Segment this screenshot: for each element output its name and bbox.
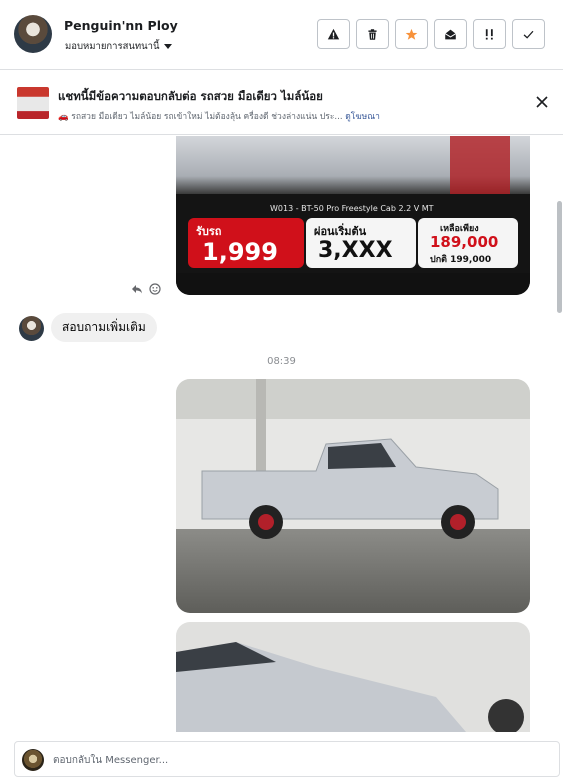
sender-avatar[interactable] <box>19 316 44 341</box>
follow-up-icon <box>485 28 493 40</box>
installment-value: 3,XXX <box>318 238 393 263</box>
pickup-truck-illustration <box>201 438 499 539</box>
assign-conversation-label: มอบหมายการสนทนานี้ <box>65 41 160 52</box>
car-promo-image[interactable]: W013 - BT-50 Pro Freestyle Cab 2.2 V MT … <box>176 136 530 295</box>
ad-thumbnail[interactable] <box>17 87 49 119</box>
down-payment-box: รับรถ 1,999 <box>188 218 304 268</box>
message-thread[interactable]: W013 - BT-50 Pro Freestyle Cab 2.2 V MT … <box>0 136 563 732</box>
reply-composer <box>14 741 560 777</box>
normal-price: ปกติ 199,000 <box>430 255 492 265</box>
ad-banner-title: แชทนี้มีข้อความตอบกลับต่อ รถสวย มือเดียว… <box>58 89 323 103</box>
promo-footer <box>176 273 530 295</box>
promo-background-accent <box>450 136 510 194</box>
price-box: เหลือเพียง 189,000 ปกติ 199,000 <box>418 218 518 268</box>
message-timestamp: 08:39 <box>267 356 296 367</box>
mark-done-button[interactable] <box>512 19 545 49</box>
caret-down-icon <box>163 44 172 49</box>
contact-avatar[interactable] <box>14 15 52 53</box>
delete-button[interactable] <box>356 19 389 49</box>
mark-unread-icon <box>444 29 457 39</box>
contact-name[interactable]: Penguin'nn Ploy <box>64 18 178 33</box>
mark-spam-button[interactable] <box>317 19 350 49</box>
close-icon[interactable] <box>535 95 549 109</box>
assign-conversation-dropdown[interactable]: มอบหมายการสนทนานี้ <box>65 39 172 54</box>
page-avatar <box>22 749 44 771</box>
message-actions <box>131 283 161 295</box>
car-side-photo[interactable] <box>176 379 530 613</box>
star-button[interactable] <box>395 19 428 49</box>
follow-up-button[interactable] <box>473 19 506 49</box>
thread-scrollbar[interactable] <box>557 201 562 313</box>
car-front-detail-photo[interactable] <box>176 622 530 732</box>
trash-icon <box>368 28 377 40</box>
ad-reply-banner: แชทนี้มีข้อความตอบกลับต่อ รถสวย มือเดียว… <box>0 71 563 135</box>
star-icon <box>405 28 418 40</box>
mark-unread-button[interactable] <box>434 19 467 49</box>
incoming-message-bubble[interactable]: สอบถามเพิ่มเติม <box>51 313 157 342</box>
ad-banner-description: 🚗 รถสวย มือเดียว ไมล์น้อย รถเข้าใหม่ ไม่… <box>58 112 343 122</box>
conversation-actions <box>317 19 545 49</box>
reply-input[interactable] <box>53 751 533 769</box>
car-hood-illustration <box>176 642 524 732</box>
receive-value: 1,999 <box>202 238 278 266</box>
conversation-header: Penguin'nn Ploy มอบหมายการสนทนานี้ <box>0 0 563 70</box>
sale-price: 189,000 <box>430 233 499 251</box>
installment-box: ผ่อนเริ่มต้น 3,XXX <box>306 218 416 268</box>
warning-icon <box>327 28 340 39</box>
react-emoji-icon[interactable] <box>149 283 161 295</box>
view-ad-link[interactable]: ดูโฆษณา <box>345 112 380 122</box>
ad-banner-subtitle: 🚗 รถสวย มือเดียว ไมล์น้อย รถเข้าใหม่ ไม่… <box>58 109 380 123</box>
reply-icon[interactable] <box>131 283 143 295</box>
promo-model-line: W013 - BT-50 Pro Freestyle Cab 2.2 V MT <box>270 204 434 213</box>
check-icon <box>523 30 534 39</box>
